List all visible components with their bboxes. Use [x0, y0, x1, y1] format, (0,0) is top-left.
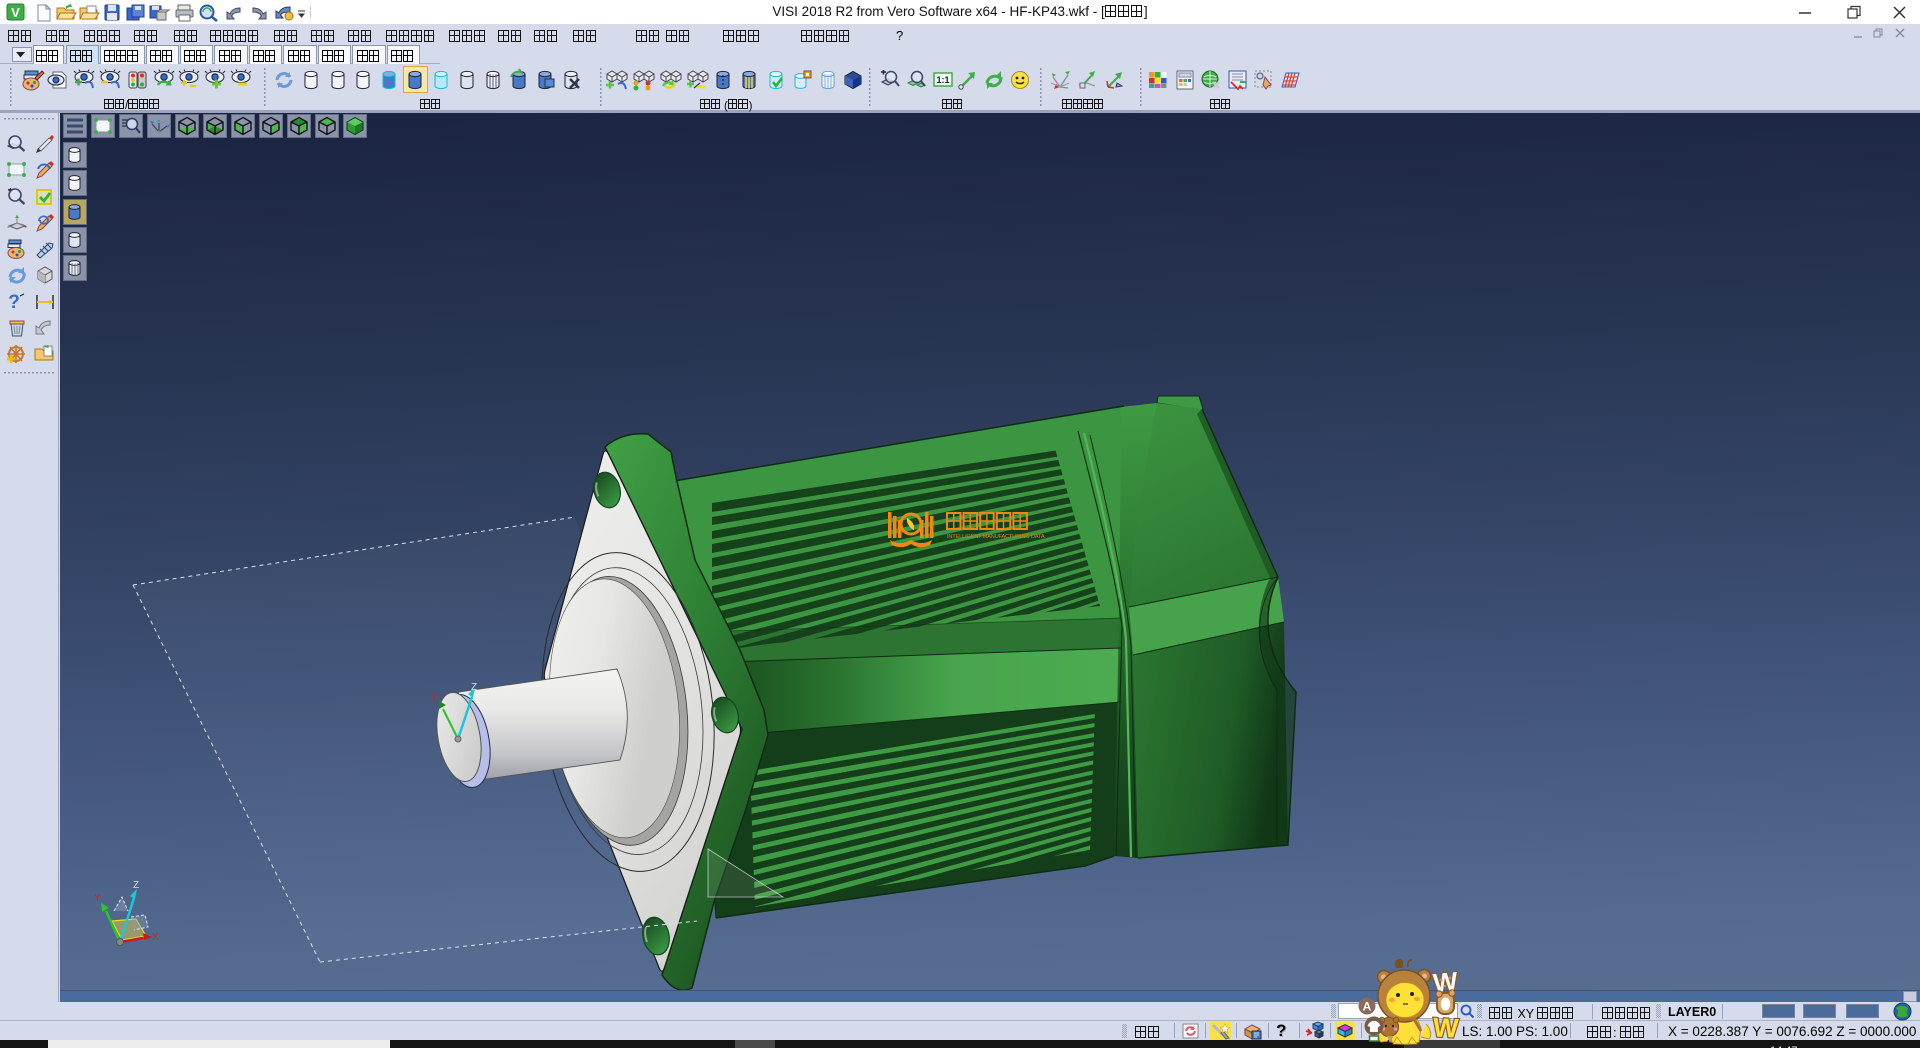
svg-text:Z: Z	[471, 682, 477, 693]
svg-text:Y: Y	[431, 693, 438, 704]
svg-text:W: W	[1432, 1012, 1460, 1043]
svg-text:Z: Z	[133, 880, 139, 891]
svg-text:X: X	[152, 932, 159, 943]
svg-text:INTELLIGENT MANUFACTURING DATA: INTELLIGENT MANUFACTURING DATA	[947, 534, 1045, 540]
svg-text:A: A	[1363, 1000, 1372, 1014]
svg-text:Y: Y	[94, 893, 101, 904]
